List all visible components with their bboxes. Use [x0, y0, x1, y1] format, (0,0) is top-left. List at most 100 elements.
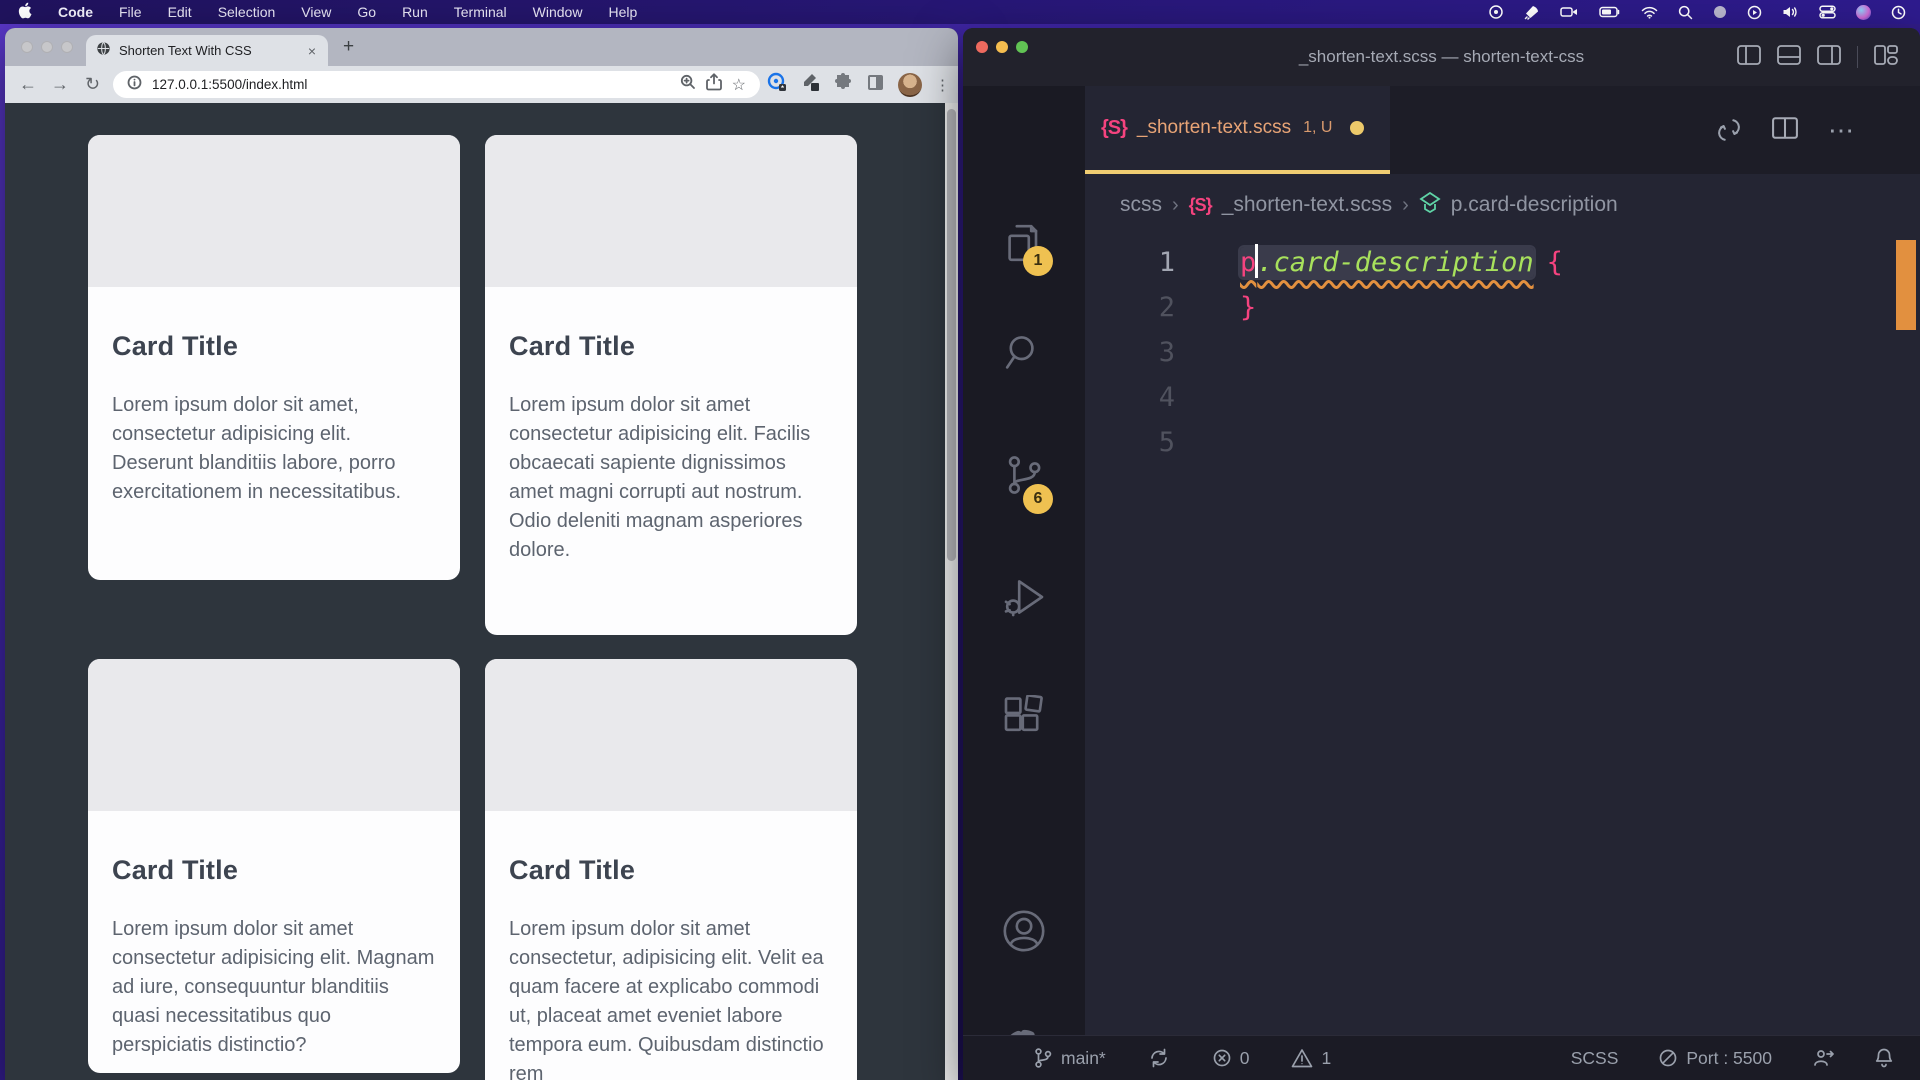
feedback-icon[interactable] — [1812, 1048, 1834, 1068]
git-branch-item[interactable]: main* — [1033, 1047, 1106, 1069]
source-control-badge: 6 — [1023, 484, 1053, 514]
card-4: Card Title Lorem ipsum dolor sit amet co… — [485, 659, 857, 1080]
card-1-title: Card Title — [112, 331, 436, 362]
rocket-icon[interactable] — [1524, 4, 1540, 20]
control-center-icon[interactable] — [1819, 5, 1836, 19]
zoom-window-button[interactable] — [61, 41, 73, 53]
menu-terminal[interactable]: Terminal — [454, 4, 507, 20]
colorpicker-extension-icon[interactable] — [800, 72, 820, 97]
port-label: Port : 5500 — [1686, 1048, 1772, 1069]
breadcrumb-file[interactable]: _shorten-text.scss — [1222, 193, 1392, 217]
menubar-app-name[interactable]: Code — [58, 4, 93, 20]
menu-view[interactable]: View — [301, 4, 331, 20]
extensions-icon[interactable] — [1000, 695, 1048, 743]
open-brace-token[interactable]: { — [1547, 247, 1563, 278]
card-4-title: Card Title — [509, 855, 833, 886]
battery-icon[interactable] — [1599, 6, 1621, 18]
breadcrumb-symbol[interactable]: p.card-description — [1451, 193, 1618, 217]
search-icon[interactable] — [1000, 329, 1048, 377]
siri-icon[interactable] — [1856, 5, 1871, 20]
editor-more-actions-icon[interactable]: ⋯ — [1828, 115, 1854, 146]
zoom-page-icon[interactable] — [680, 74, 696, 95]
forward-icon[interactable]: → — [51, 74, 69, 95]
page-scrollbar-thumb[interactable] — [947, 109, 956, 561]
page-scrollbar[interactable] — [945, 103, 958, 1080]
selector-class-token[interactable]: .card-description — [1257, 247, 1533, 278]
reload-icon[interactable]: ↻ — [85, 74, 100, 95]
minimize-window-button[interactable] — [41, 41, 53, 53]
toggle-secondary-sidebar-icon[interactable] — [1817, 45, 1841, 70]
password-manager-extension-icon[interactable] — [767, 72, 787, 97]
chevron-right-icon: › — [1402, 194, 1409, 217]
language-mode-item[interactable]: SCSS — [1571, 1048, 1619, 1069]
address-bar[interactable]: 127.0.0.1:5500/index.html ☆ — [113, 71, 760, 98]
menu-go[interactable]: Go — [357, 4, 376, 20]
toggle-panel-icon[interactable] — [1777, 45, 1801, 70]
zoom-window-button[interactable] — [1016, 41, 1028, 53]
notifications-bell-icon[interactable] — [1874, 1047, 1894, 1069]
tab-close-icon[interactable]: × — [306, 43, 318, 59]
share-icon[interactable] — [706, 73, 722, 96]
editor-tab[interactable]: {S} _shorten-text.scss 1, U — [1085, 86, 1390, 174]
editor-group: {S} _shorten-text.scss 1, U ⋯ scss › {S} — [1085, 86, 1920, 1035]
close-window-button[interactable] — [976, 41, 988, 53]
menu-window[interactable]: Window — [533, 4, 583, 20]
volume-icon[interactable] — [1782, 5, 1799, 19]
side-panel-icon[interactable] — [866, 73, 885, 97]
status-dot-icon[interactable] — [1713, 5, 1727, 19]
vscode-titlebar[interactable]: _shorten-text.scss — shorten-text-css — [963, 28, 1920, 86]
minimize-window-button[interactable] — [996, 41, 1008, 53]
branch-name: main* — [1061, 1048, 1106, 1069]
open-changes-icon[interactable] — [1716, 117, 1742, 143]
browser-tab[interactable]: Shorten Text With CSS × — [86, 35, 328, 66]
code-lines[interactable]: p.card-description { } — [1240, 240, 1563, 330]
line-number: 3 — [1085, 330, 1175, 375]
menu-file[interactable]: File — [119, 4, 142, 20]
chevron-right-icon: › — [1172, 194, 1179, 217]
live-server-port-item[interactable]: Port : 5500 — [1658, 1048, 1772, 1069]
menu-run[interactable]: Run — [402, 4, 428, 20]
clock-icon[interactable] — [1891, 5, 1906, 20]
card-1-image-placeholder — [88, 135, 460, 287]
site-info-icon[interactable] — [127, 75, 142, 95]
back-icon[interactable]: ← — [19, 74, 37, 95]
profile-avatar[interactable] — [898, 73, 922, 97]
code-line-2[interactable]: } — [1240, 285, 1563, 330]
browser-menu-icon[interactable]: ⋮ — [935, 76, 950, 94]
video-camera-icon[interactable] — [1560, 5, 1579, 19]
errors-item[interactable]: 0 — [1212, 1048, 1250, 1069]
menu-edit[interactable]: Edit — [168, 4, 192, 20]
unsaved-changes-icon[interactable] — [1350, 121, 1364, 135]
spotlight-search-icon[interactable] — [1678, 5, 1693, 20]
customize-layout-icon[interactable] — [1874, 45, 1898, 70]
account-icon[interactable] — [1000, 907, 1048, 955]
code-line-1[interactable]: p.card-description { — [1240, 240, 1563, 285]
menu-selection[interactable]: Selection — [218, 4, 276, 20]
menu-help[interactable]: Help — [608, 4, 637, 20]
bookmark-star-icon[interactable]: ☆ — [732, 75, 746, 95]
url-text[interactable]: 127.0.0.1:5500/index.html — [152, 77, 670, 92]
new-tab-button[interactable]: + — [343, 36, 354, 58]
selector-element-token[interactable]: p — [1240, 247, 1256, 278]
screen-record-icon[interactable] — [1747, 5, 1762, 20]
extensions-puzzle-icon[interactable] — [833, 72, 853, 97]
vscode-window-title: _shorten-text.scss — shorten-text-css — [1299, 47, 1584, 67]
record-target-icon[interactable] — [1488, 4, 1504, 20]
apple-icon[interactable] — [18, 2, 32, 22]
scss-file-icon: {S} — [1101, 117, 1127, 140]
toggle-primary-sidebar-icon[interactable] — [1737, 45, 1761, 70]
close-brace-token[interactable]: } — [1240, 292, 1256, 323]
wifi-icon[interactable] — [1641, 6, 1658, 19]
card-4-description: Lorem ipsum dolor sit amet consectetur, … — [509, 915, 833, 1080]
split-editor-icon[interactable] — [1772, 117, 1798, 144]
breadcrumb-folder[interactable]: scss — [1120, 193, 1162, 217]
extension-strip: ⋮ — [767, 72, 950, 97]
run-debug-icon[interactable] — [1000, 573, 1048, 621]
warnings-item[interactable]: 1 — [1291, 1048, 1331, 1069]
close-window-button[interactable] — [21, 41, 33, 53]
browser-traffic-lights — [21, 41, 73, 53]
card-3-description: Lorem ipsum dolor sit amet consectetur a… — [112, 915, 436, 1060]
code-editor[interactable]: 1 2 3 4 5 p.card-description{ } — [1085, 236, 1920, 1035]
scss-file-icon: {S} — [1189, 195, 1212, 216]
sync-changes-item[interactable] — [1148, 1047, 1170, 1069]
